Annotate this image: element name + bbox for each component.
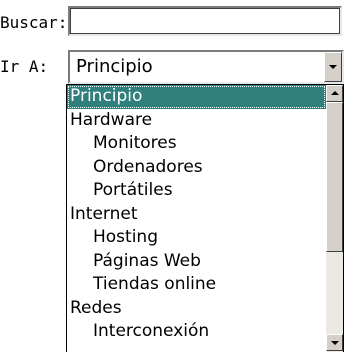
goto-label: Ir A: [0, 57, 49, 76]
goto-select-value: Principio [76, 56, 153, 77]
arrow-up-icon [331, 91, 339, 95]
option-item[interactable]: Interconexión [67, 320, 326, 344]
search-label: Buscar: [0, 13, 68, 32]
scroll-down-button[interactable] [326, 334, 343, 351]
chevron-down-icon [329, 65, 337, 69]
dropdown-toggle-button[interactable] [324, 52, 342, 82]
option-item[interactable]: Tiendas online [67, 273, 326, 297]
option-item[interactable]: Hosting [67, 226, 326, 250]
option-item[interactable]: Portátiles [67, 179, 326, 203]
scrollbar-thumb[interactable] [326, 102, 343, 252]
option-item[interactable]: Monitores [67, 132, 326, 156]
vertical-scrollbar[interactable] [326, 85, 343, 352]
option-item[interactable]: Internet [67, 203, 326, 227]
option-item[interactable]: Hardware [67, 109, 326, 133]
option-list: Principio Hardware Monitores Ordenadores… [67, 85, 326, 344]
scroll-up-button[interactable] [326, 85, 343, 102]
goto-dropdown-list[interactable]: Principio Hardware Monitores Ordenadores… [66, 84, 344, 352]
option-item[interactable]: Páginas Web [67, 250, 326, 274]
search-input[interactable] [68, 6, 342, 36]
arrow-down-icon [331, 341, 339, 345]
option-item-selected[interactable]: Principio [67, 85, 326, 109]
goto-select[interactable]: Principio [68, 50, 344, 84]
option-item[interactable]: Redes [67, 297, 326, 321]
option-item[interactable]: Ordenadores [67, 156, 326, 180]
